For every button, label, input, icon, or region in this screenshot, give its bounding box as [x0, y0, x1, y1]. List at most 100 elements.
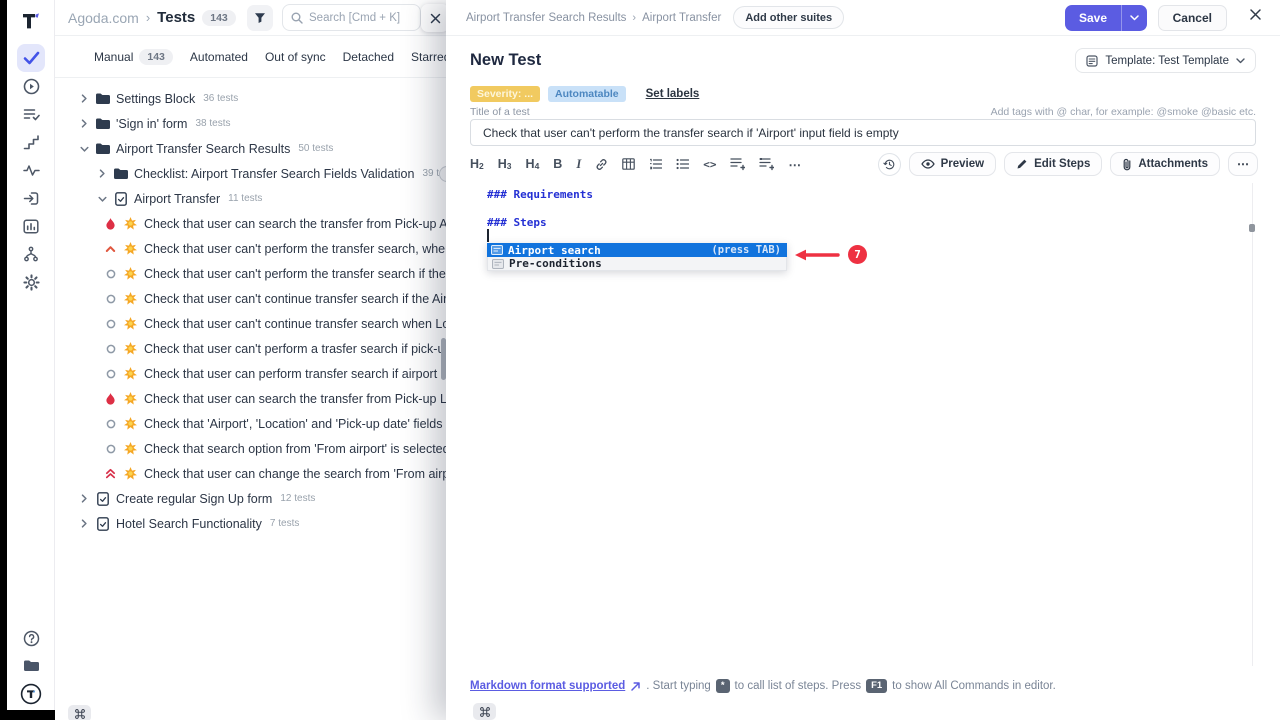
save-split-button[interactable]: Save: [1065, 5, 1147, 31]
suite-label[interactable]: Settings Block: [116, 92, 195, 106]
suite-label[interactable]: Airport Transfer: [134, 192, 220, 206]
editor-line-requirements[interactable]: ### Requirements: [487, 188, 593, 201]
chevron-right-icon[interactable]: [79, 119, 89, 128]
set-labels-link[interactable]: Set labels: [646, 88, 700, 100]
preview-button[interactable]: Preview: [909, 152, 996, 176]
command-key-badge[interactable]: [68, 705, 91, 720]
test-row[interactable]: Check that user can search the transfer …: [55, 211, 446, 236]
chevron-right-icon[interactable]: [79, 494, 89, 503]
suite-label[interactable]: Airport Transfer Search Results: [116, 142, 290, 156]
suite-row[interactable]: Hotel Search Functionality 7 tests: [55, 511, 446, 536]
filter-button[interactable]: [247, 5, 273, 31]
attachments-button[interactable]: Attachments: [1110, 152, 1220, 176]
add-other-suites-button[interactable]: Add other suites: [733, 6, 844, 29]
heading3-button[interactable]: H3: [498, 157, 512, 171]
app-logo[interactable]: [7, 8, 55, 34]
tab-automated[interactable]: Automated: [190, 50, 248, 64]
severity-badge[interactable]: Severity: ...: [470, 86, 540, 102]
suite-label[interactable]: Create regular Sign Up form: [116, 492, 272, 506]
save-options-button[interactable]: [1121, 5, 1147, 31]
sidebar-item-help[interactable]: [17, 624, 45, 652]
test-row[interactable]: Check that user can't continue transfer …: [55, 311, 446, 336]
editor-line-steps[interactable]: ### Steps: [487, 216, 547, 229]
search-box[interactable]: [282, 4, 421, 31]
sidebar-item-docs[interactable]: [17, 652, 45, 680]
test-label[interactable]: Check that user can't continue transfer …: [144, 317, 446, 331]
autocomplete-option-selected[interactable]: Airport search (press TAB): [487, 243, 787, 257]
test-row[interactable]: Check that 'Airport', 'Location' and 'Pi…: [55, 411, 446, 436]
test-label[interactable]: Check that user can search the transfer …: [144, 217, 446, 231]
insert-step-list-button[interactable]: [730, 157, 745, 171]
code-button[interactable]: <>: [703, 158, 716, 171]
suite-row[interactable]: Create regular Sign Up form 12 tests: [55, 486, 446, 511]
suite-row[interactable]: Airport Transfer Search Results 50 tests: [55, 136, 446, 161]
drawer-breadcrumb-subsuite[interactable]: Airport Transfer: [642, 12, 721, 24]
toolbar-more-button[interactable]: ⋯: [788, 157, 801, 172]
sidebar-item-runs[interactable]: [17, 72, 45, 100]
table-button[interactable]: [622, 158, 635, 170]
test-label[interactable]: Check that user can change the search fr…: [144, 467, 446, 481]
sidebar-item-import[interactable]: [17, 184, 45, 212]
test-row[interactable]: Check that user can perform transfer sea…: [55, 361, 446, 386]
test-label[interactable]: Check that user can perform transfer sea…: [144, 367, 446, 381]
chevron-down-icon[interactable]: [97, 195, 107, 203]
test-label[interactable]: Check that 'Airport', 'Location' and 'Pi…: [144, 417, 446, 431]
test-row[interactable]: Check that search option from 'From airp…: [55, 436, 446, 461]
save-button[interactable]: Save: [1065, 5, 1121, 31]
ordered-list-button[interactable]: [649, 158, 662, 170]
cancel-button[interactable]: Cancel: [1158, 5, 1227, 31]
markdown-supported-link[interactable]: Markdown format supported: [470, 680, 625, 692]
test-row[interactable]: Check that user can't perform a trasfer …: [55, 336, 446, 361]
sidebar-item-branches[interactable]: [17, 240, 45, 268]
italic-button[interactable]: I: [576, 157, 581, 172]
search-input[interactable]: [309, 12, 409, 24]
suite-label[interactable]: Checklist: Airport Transfer Search Field…: [134, 167, 414, 181]
tab-detached[interactable]: Detached: [343, 50, 394, 64]
search-close-button[interactable]: [421, 4, 446, 32]
bullet-list-button[interactable]: [676, 158, 689, 170]
test-row[interactable]: Check that user can search the transfer …: [55, 386, 446, 411]
template-select[interactable]: Template: Test Template: [1075, 48, 1256, 73]
suite-row[interactable]: 'Sign in' form 38 tests: [55, 111, 446, 136]
command-key-badge[interactable]: [473, 703, 496, 720]
tab-out-of-sync[interactable]: Out of sync: [265, 50, 326, 64]
test-label[interactable]: Check that search option from 'From airp…: [144, 442, 446, 456]
bold-button[interactable]: B: [553, 157, 562, 171]
test-label[interactable]: Check that user can't perform the transf…: [144, 242, 446, 256]
tab-starred[interactable]: Starred: [411, 50, 446, 64]
chevron-right-icon[interactable]: [79, 94, 89, 103]
link-button[interactable]: [595, 158, 608, 171]
test-row[interactable]: Check that user can't perform the transf…: [55, 236, 446, 261]
test-label[interactable]: Check that user can't perform a trasfer …: [144, 342, 446, 356]
suite-label[interactable]: 'Sign in' form: [116, 117, 187, 131]
breadcrumb-project[interactable]: Agoda.com: [68, 10, 139, 26]
sidebar-item-analytics[interactable]: [17, 212, 45, 240]
history-button[interactable]: [878, 153, 901, 176]
chevron-down-icon[interactable]: [79, 145, 89, 153]
test-title-input[interactable]: [470, 119, 1256, 146]
editor-scroll-track[interactable]: [1252, 183, 1253, 666]
tab-manual[interactable]: Manual 143: [94, 49, 173, 65]
heading4-button[interactable]: H4: [526, 157, 540, 171]
edit-steps-button[interactable]: Edit Steps: [1004, 152, 1102, 176]
drawer-close-button[interactable]: [1249, 8, 1262, 26]
actions-more-button[interactable]: ⋯: [1228, 152, 1258, 176]
breadcrumb-section[interactable]: Tests: [157, 9, 195, 26]
suite-row[interactable]: Checklist: Airport Transfer Search Field…: [55, 161, 446, 186]
sidebar-item-brand[interactable]: [17, 680, 45, 708]
test-label[interactable]: Check that user can search the transfer …: [144, 392, 446, 406]
heading2-button[interactable]: H2: [470, 157, 484, 171]
editor-scrollbar-thumb[interactable]: [1249, 224, 1255, 232]
suite-row[interactable]: Airport Transfer 11 tests: [55, 186, 446, 211]
sidebar-item-test-plans[interactable]: [17, 100, 45, 128]
test-label[interactable]: Check that user can't perform the transf…: [144, 267, 446, 281]
suite-label[interactable]: Hotel Search Functionality: [116, 517, 262, 531]
autocomplete-option[interactable]: Pre-conditions: [487, 257, 787, 271]
test-row[interactable]: Check that user can't continue transfer …: [55, 286, 446, 311]
sidebar-item-settings[interactable]: [17, 268, 45, 296]
chevron-right-icon[interactable]: [79, 519, 89, 528]
test-row[interactable]: Check that user can't perform the transf…: [55, 261, 446, 286]
sidebar-item-steps[interactable]: [17, 128, 45, 156]
test-row[interactable]: Check that user can change the search fr…: [55, 461, 446, 486]
markdown-editor[interactable]: ### Requirements ### Steps Airport searc…: [446, 180, 1280, 672]
